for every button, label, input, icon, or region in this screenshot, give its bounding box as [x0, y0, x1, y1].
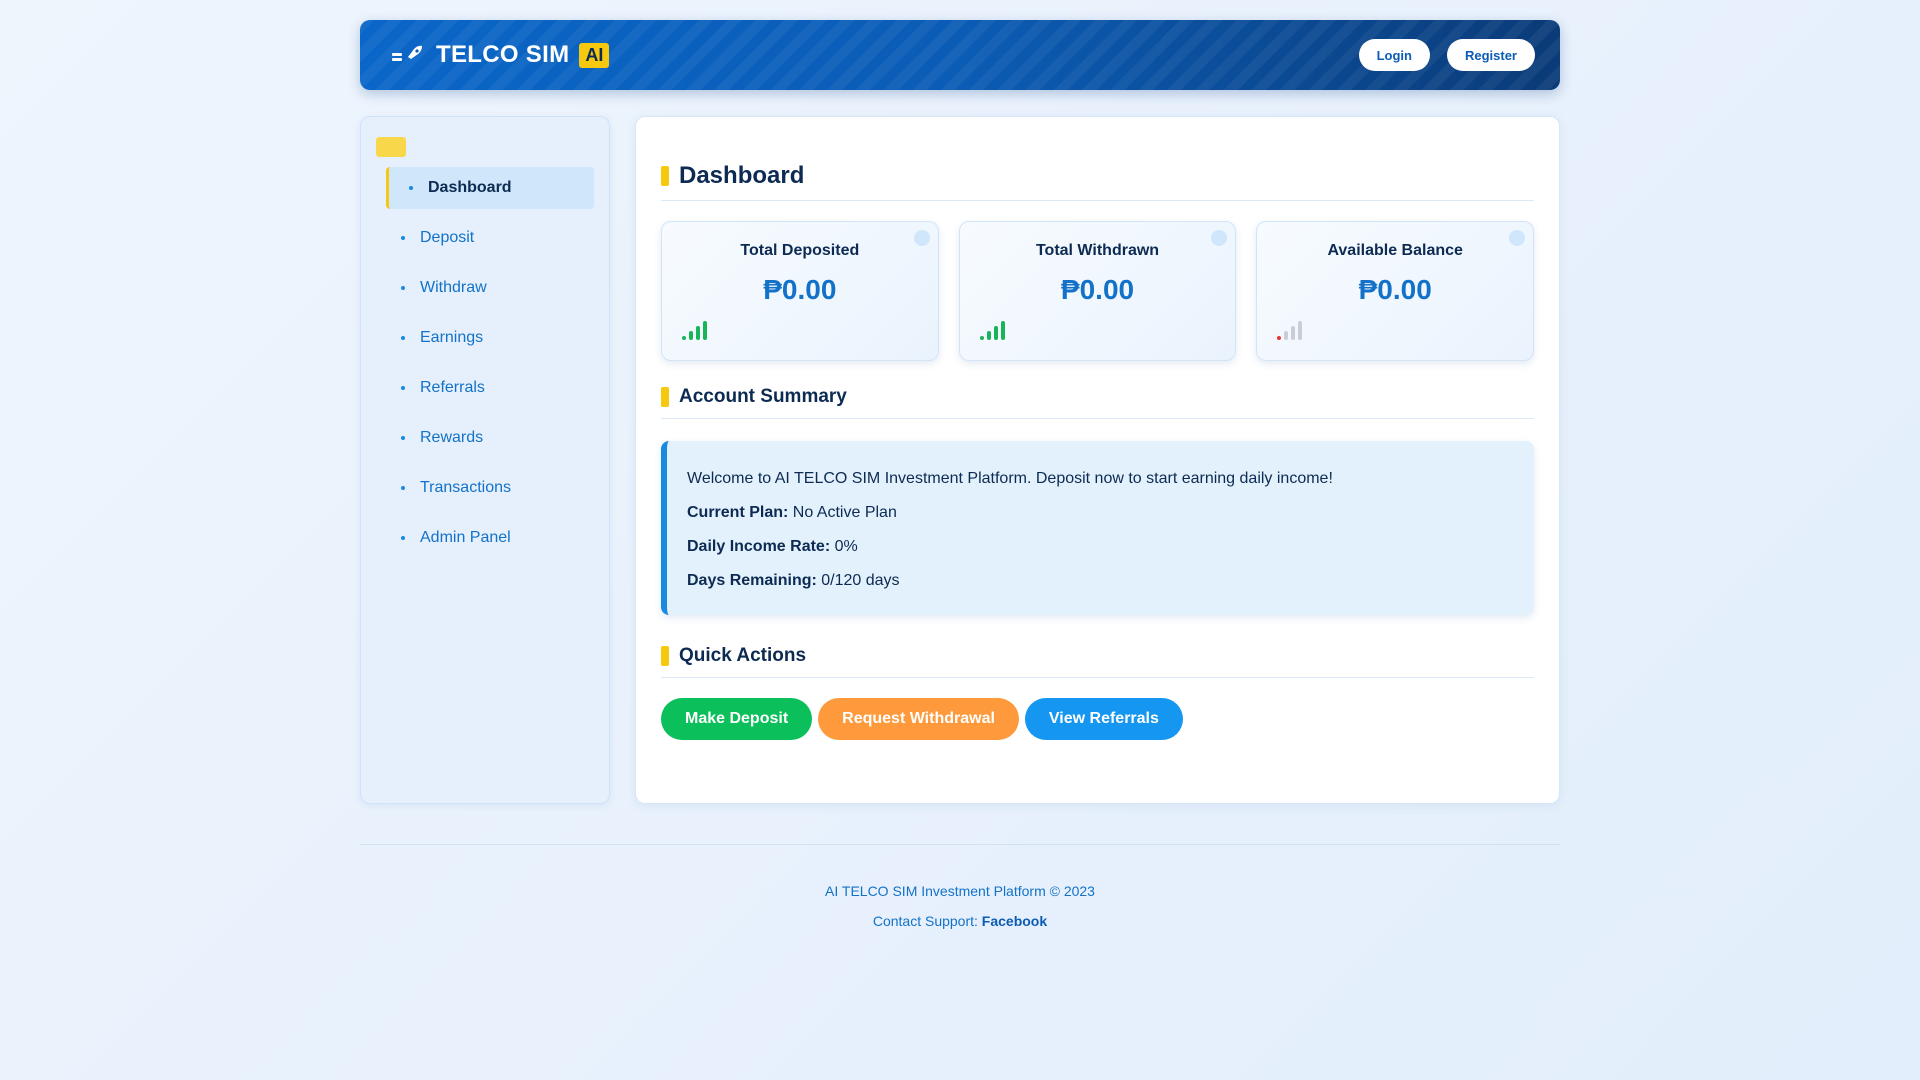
sidebar: Dashboard Deposit Withdraw Earnings Refe… — [360, 116, 610, 804]
contact-prefix: Contact Support: — [872, 913, 982, 929]
current-plan-row: Current Plan: No Active Plan — [687, 503, 1514, 523]
title-accent — [661, 646, 669, 666]
signal-bar — [986, 331, 991, 340]
sidebar-item-earnings[interactable]: Earnings — [386, 317, 594, 359]
brand-badge: AI — [579, 42, 610, 68]
sidebar-item-label: Rewards — [420, 429, 484, 446]
sidebar-item-label: Admin Panel — [420, 529, 511, 546]
title-accent — [661, 166, 669, 186]
sidebar-item-label: Referrals — [420, 379, 485, 396]
signal-icon — [1277, 321, 1303, 340]
daily-rate-value: 0% — [830, 538, 858, 555]
account-summary-box: Welcome to AI TELCO SIM Investment Platf… — [661, 441, 1534, 615]
signal-bar — [979, 336, 984, 340]
sidebar-item-label: Transactions — [420, 479, 511, 496]
footer-contact: Contact Support: Facebook — [360, 913, 1560, 929]
sidebar-item-label: Dashboard — [428, 179, 512, 196]
auth-buttons: Login Register — [1358, 39, 1535, 71]
sidebar-item-withdraw[interactable]: Withdraw — [386, 267, 594, 309]
quick-actions: Make Deposit Request Withdrawal View Ref… — [661, 698, 1534, 740]
stat-label: Available Balance — [1327, 242, 1463, 259]
stat-card-total-deposited: Total Deposited ₱0.00 — [661, 221, 939, 361]
quick-actions-heading: Quick Actions — [661, 645, 1534, 678]
section-title-text: Account Summary — [679, 386, 847, 407]
bullet-icon — [409, 186, 413, 190]
stat-label: Total Withdrawn — [1035, 242, 1160, 259]
signal-bar — [696, 326, 700, 340]
register-button[interactable]: Register — [1446, 39, 1535, 71]
bullet-icon — [401, 336, 405, 340]
request-withdrawal-button[interactable]: Request Withdrawal — [818, 698, 1019, 740]
days-remaining-label: Days Remaining: — [687, 572, 817, 589]
signal-icon — [682, 321, 707, 340]
bullet-icon — [401, 386, 405, 390]
signal-bar — [682, 336, 686, 340]
current-plan-label: Current Plan: — [687, 504, 789, 521]
signal-bar — [1277, 336, 1282, 340]
card-indicator-icon — [1509, 230, 1526, 246]
card-indicator-icon — [913, 230, 930, 246]
login-button[interactable]: Login — [1358, 39, 1430, 71]
account-summary-heading: Account Summary — [661, 386, 1534, 419]
brand-title: TELCO SIM — [436, 41, 570, 68]
daily-rate-label: Daily Income Rate: — [687, 538, 831, 555]
signal-bar — [1291, 326, 1296, 340]
content-layout: Dashboard Deposit Withdraw Earnings Refe… — [360, 116, 1560, 804]
sidebar-item-deposit[interactable]: Deposit — [386, 217, 594, 259]
brand[interactable]: TELCO SIM AI — [390, 41, 610, 69]
bullet-icon — [401, 536, 405, 540]
make-deposit-button[interactable]: Make Deposit — [661, 698, 813, 740]
bullet-icon — [401, 486, 405, 490]
rocket-icon — [390, 43, 426, 67]
facebook-link[interactable]: Facebook — [982, 913, 1047, 929]
top-header: TELCO SIM AI Login Register — [360, 20, 1560, 90]
stat-value: ₱0.00 — [1060, 274, 1135, 305]
bullet-icon — [401, 236, 405, 240]
stat-value: ₱0.00 — [1358, 274, 1432, 305]
sidebar-item-label: Earnings — [420, 329, 484, 346]
signal-bar — [1284, 331, 1289, 340]
signal-bar — [703, 321, 707, 340]
signal-bar — [689, 331, 693, 340]
sidebar-item-transactions[interactable]: Transactions — [386, 467, 594, 509]
sidebar-item-label: Deposit — [420, 229, 475, 246]
days-remaining-value: 0/120 days — [816, 572, 900, 589]
stat-card-available-balance: Available Balance ₱0.00 — [1256, 221, 1535, 361]
page: TELCO SIM AI Login Register Dashboard De… — [360, 20, 1560, 943]
sidebar-item-rewards[interactable]: Rewards — [386, 417, 594, 459]
sidebar-item-referrals[interactable]: Referrals — [386, 367, 594, 409]
daily-rate-row: Daily Income Rate: 0% — [687, 537, 1514, 557]
sidebar-toggle[interactable] — [376, 137, 406, 157]
title-accent — [661, 387, 669, 407]
stat-card-total-withdrawn: Total Withdrawn ₱0.00 — [958, 221, 1237, 361]
bullet-icon — [401, 286, 405, 290]
welcome-text: Welcome to AI TELCO SIM Investment Platf… — [687, 470, 1333, 487]
section-title-text: Quick Actions — [679, 645, 807, 666]
signal-bar — [1000, 321, 1005, 340]
days-remaining-row: Days Remaining: 0/120 days — [687, 571, 1514, 591]
stat-cards: Total Deposited ₱0.00 Total Withdrawn ₱0… — [661, 221, 1535, 361]
page-title-text: Dashboard — [679, 162, 805, 189]
stat-label: Total Deposited — [740, 242, 860, 259]
sidebar-item-dashboard[interactable]: Dashboard — [386, 167, 594, 209]
signal-icon — [979, 321, 1005, 340]
sidebar-item-admin-panel[interactable]: Admin Panel — [386, 517, 594, 559]
sidebar-nav: Dashboard Deposit Withdraw Earnings Refe… — [376, 167, 594, 559]
footer-copyright: AI TELCO SIM Investment Platform © 2023 — [825, 883, 1095, 899]
main-panel: Dashboard Total Deposited ₱0.00 Total Wi… — [635, 116, 1560, 804]
signal-bar — [1298, 321, 1303, 340]
current-plan-value: No Active Plan — [788, 504, 897, 521]
stat-value: ₱0.00 — [763, 274, 837, 305]
sidebar-item-label: Withdraw — [420, 279, 487, 296]
signal-bar — [993, 326, 998, 340]
bullet-icon — [401, 436, 405, 440]
page-title: Dashboard — [661, 162, 1534, 201]
footer: AI TELCO SIM Investment Platform © 2023 … — [360, 844, 1560, 929]
view-referrals-button[interactable]: View Referrals — [1024, 698, 1183, 740]
